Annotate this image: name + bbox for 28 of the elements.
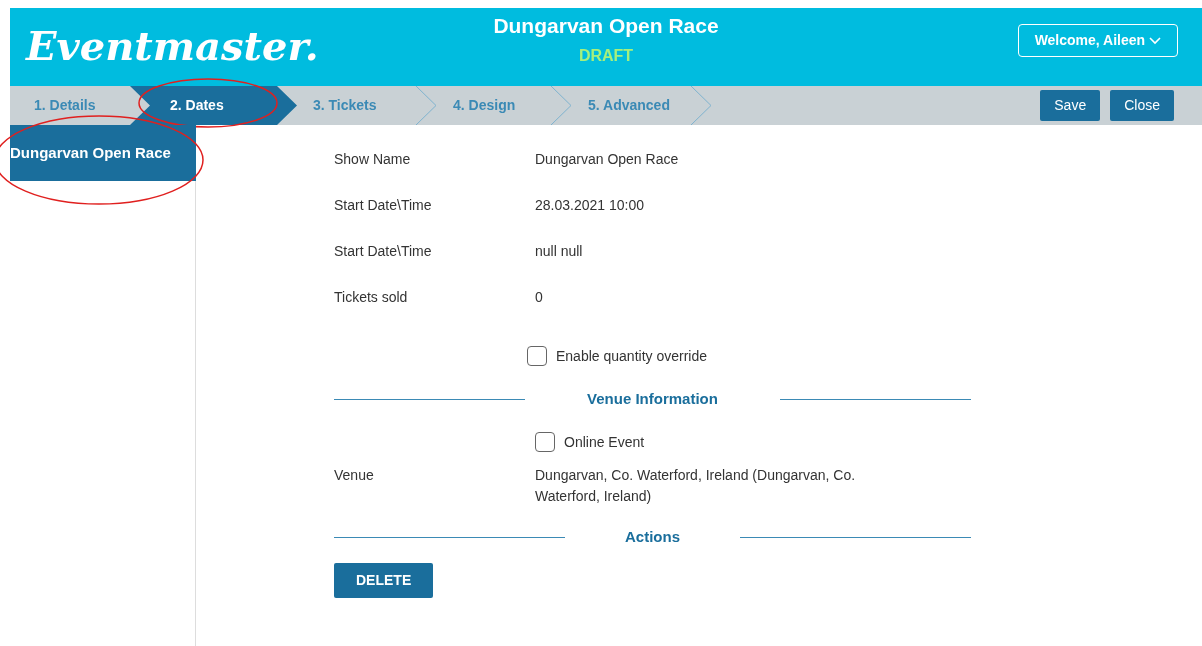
field-value: null null (535, 242, 584, 261)
checkbox-label: Online Event (564, 432, 645, 452)
logo: Eventmaster. (26, 21, 319, 71)
chevron-divider (690, 86, 712, 125)
step-tab[interactable]: 2. Dates (130, 86, 297, 125)
chevron-divider (550, 86, 572, 125)
status-label: DRAFT (578, 45, 634, 66)
sidebar-item[interactable]: Dungarvan Open Race (10, 125, 196, 181)
caret-icon (1149, 37, 1161, 46)
delete-button[interactable]: DELETE (334, 563, 434, 598)
checkbox[interactable] (535, 432, 555, 452)
event-title: Dungarvan Open Race (493, 13, 719, 39)
field-value: 28.03.2021 10:00 (535, 196, 645, 215)
checkbox-label: Enable quantity override (556, 346, 707, 366)
section-heading: Actions (624, 526, 681, 547)
toolbar-button[interactable]: Save (1040, 90, 1101, 121)
field-value: 0 (535, 288, 544, 307)
field-label: Tickets sold (334, 288, 409, 307)
field-value: Dungarvan, Co. Waterford, Ireland (Dungarvan, Co. Waterford, Ireland) (535, 466, 857, 506)
checkbox[interactable] (527, 346, 547, 366)
chevron-divider (415, 86, 437, 125)
section-heading: Venue Information (586, 388, 719, 409)
field-label: Venue (334, 466, 375, 485)
field-value: Dungarvan Open Race (535, 150, 680, 169)
field-label: Start Date\Time (334, 196, 433, 215)
toolbar-button[interactable]: Close (1110, 90, 1174, 121)
field-label: Start Date\Time (334, 242, 433, 261)
field-label: Show Name (334, 150, 412, 169)
